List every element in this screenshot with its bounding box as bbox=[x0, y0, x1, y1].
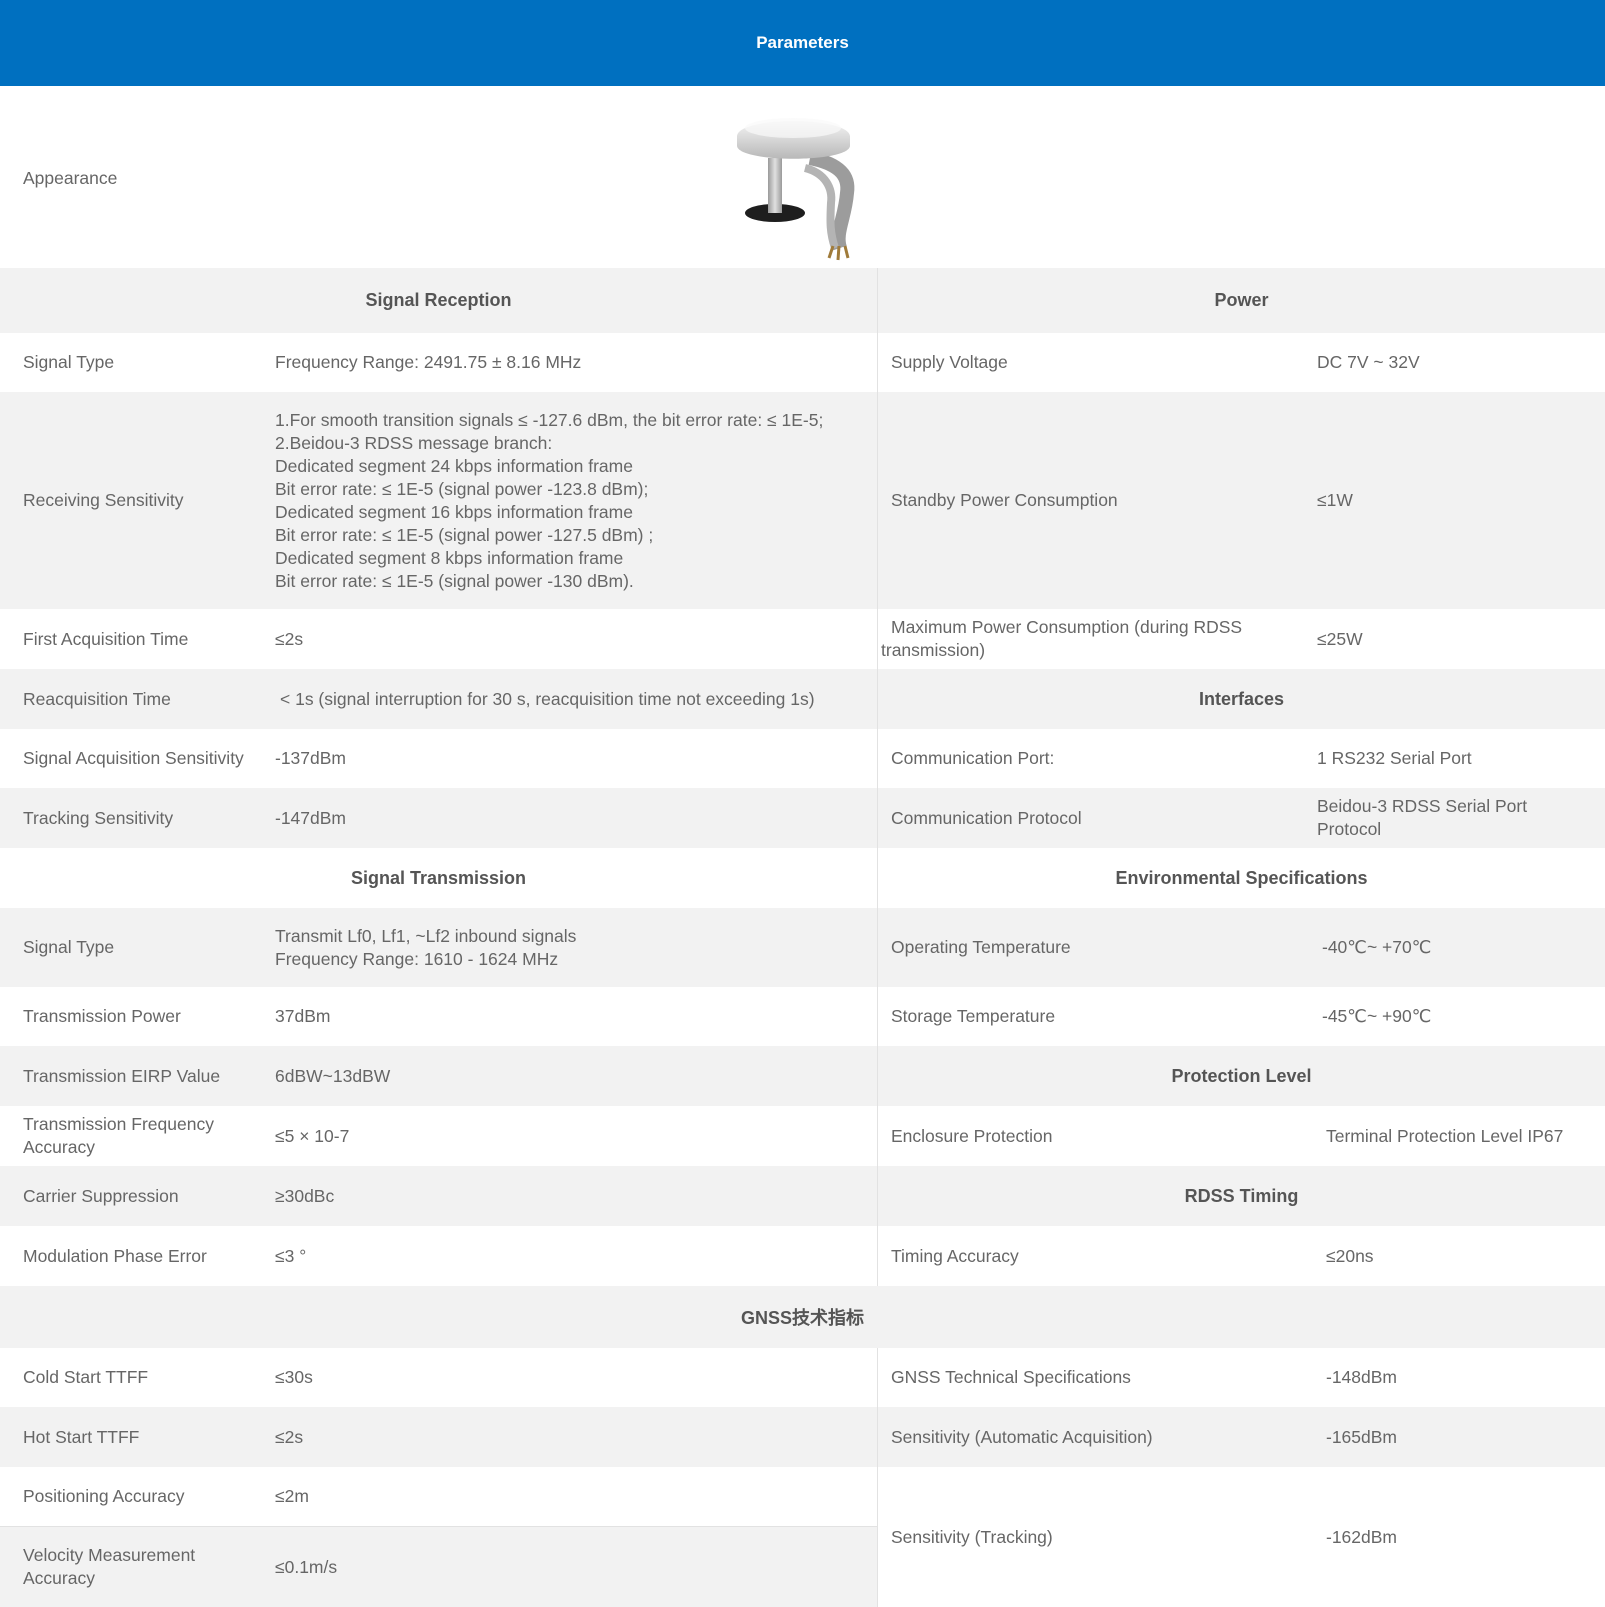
receiving-sensitivity-label: Receiving Sensitivity bbox=[23, 490, 184, 510]
section-protection-level: Protection Level bbox=[1171, 1065, 1312, 1086]
section-rdss-timing: RDSS Timing bbox=[1184, 1185, 1299, 1206]
timing-acc-value: ≤20ns bbox=[1326, 1245, 1374, 1266]
tx-freq-acc-label: Transmission Frequency Accuracy bbox=[23, 1106, 214, 1166]
sens-auto-label: Sensitivity (Automatic Acquisition) bbox=[891, 1426, 1153, 1447]
comm-protocol-label: Communication Protocol bbox=[891, 807, 1082, 828]
table-title: Parameters bbox=[756, 33, 849, 52]
tx-freq-acc-label-line: Transmission Frequency bbox=[23, 1114, 214, 1134]
carrier-supp-label: Carrier Suppression bbox=[23, 1185, 179, 1206]
receiving-sensitivity-line: Bit error rate: ≤ 1E-5 (signal power -12… bbox=[275, 478, 649, 499]
first-acquisition-label: First Acquisition Time bbox=[23, 628, 189, 649]
max-power-value: ≤25W bbox=[1317, 628, 1363, 649]
vel-acc-label-line: Velocity Measurement bbox=[23, 1545, 196, 1565]
comm-protocol-value-line: Beidou-3 RDSS Serial Port bbox=[1317, 796, 1528, 816]
comm-port-value: 1 RS232 Serial Port bbox=[1317, 748, 1472, 768]
receiving-sensitivity-line: Bit error rate: ≤ 1E-5 (signal power -13… bbox=[275, 570, 634, 591]
hot-start-value: ≤2s bbox=[275, 1426, 304, 1447]
reacquisition-label: Reacquisition Time bbox=[23, 688, 171, 709]
receiving-sensitivity-line: Dedicated segment 8 kbps information fra… bbox=[275, 547, 624, 568]
antenna-image bbox=[737, 118, 855, 261]
section-signal-transmission: Signal Transmission bbox=[350, 867, 527, 888]
max-power-label-line: Maximum Power Consumption (during RDSS bbox=[891, 617, 1243, 637]
tx-signal-type-line: Transmit Lf0, Lf1, ~Lf2 inbound signals bbox=[275, 925, 577, 946]
max-power-label: Maximum Power Consumption (during RDSS t… bbox=[881, 609, 1242, 669]
tx-freq-acc-label-line: Accuracy bbox=[23, 1137, 95, 1157]
timing-acc-label: Timing Accuracy bbox=[891, 1245, 1019, 1266]
tx-power-value: 37dBm bbox=[275, 1006, 331, 1026]
receiving-sensitivity-line: 2.Beidou-3 RDSS message branch: bbox=[275, 432, 553, 453]
storage-temp-value: -45℃~ +90℃ bbox=[1322, 1006, 1432, 1026]
receiving-sensitivity-line: Dedicated segment 24 kbps information fr… bbox=[275, 455, 633, 476]
tx-signal-type-label: Signal Type bbox=[23, 937, 115, 957]
enclosure-value: Terminal Protection Level IP67 bbox=[1326, 1125, 1564, 1146]
supply-voltage-value: DC 7V ~ 32V bbox=[1317, 352, 1420, 372]
section-gnss: GNSS技术指标 bbox=[740, 1308, 864, 1328]
op-temp-value: -40℃~ +70℃ bbox=[1322, 937, 1432, 957]
tx-signal-type-line: Frequency Range: 1610 - 1624 MHz bbox=[275, 948, 559, 969]
pos-acc-value: ≤2m bbox=[275, 1486, 309, 1506]
sens-track-value: -162dBm bbox=[1326, 1526, 1398, 1547]
tx-power-label: Transmission Power bbox=[23, 1006, 181, 1026]
gnss-tech-label: GNSS Technical Specifications bbox=[891, 1367, 1131, 1387]
mod-phase-err-value: ≤3 ° bbox=[275, 1245, 307, 1266]
vel-acc-value: ≤0.1m/s bbox=[275, 1556, 338, 1577]
sens-track-label: Sensitivity (Tracking) bbox=[891, 1526, 1053, 1547]
receiving-sensitivity-line: 1.For smooth transition signals ≤ -127.6… bbox=[275, 409, 824, 430]
pos-acc-label: Positioning Accuracy bbox=[23, 1486, 185, 1506]
supply-voltage-label: Supply Voltage bbox=[891, 352, 1008, 372]
cold-start-value: ≤30s bbox=[275, 1367, 313, 1387]
signal-type-value: Frequency Range: 2491.75 ± 8.16 MHz bbox=[275, 352, 582, 372]
mod-phase-err-label: Modulation Phase Error bbox=[23, 1245, 207, 1266]
first-acquisition-value: ≤2s bbox=[275, 628, 304, 649]
signal-acq-sens-value: -137dBm bbox=[275, 748, 347, 768]
hot-start-label: Hot Start TTFF bbox=[23, 1426, 140, 1447]
receiving-sensitivity-value: 1.For smooth transition signals ≤ -127.6… bbox=[275, 392, 875, 609]
enclosure-label: Enclosure Protection bbox=[891, 1125, 1053, 1146]
tx-eirp-value: 6dBW~13dBW bbox=[275, 1065, 391, 1086]
section-signal-reception: Signal Reception bbox=[365, 290, 512, 310]
standby-power-label: Standby Power Consumption bbox=[891, 490, 1118, 510]
max-power-label-line: transmission) bbox=[881, 640, 986, 660]
receiving-sensitivity-line: Bit error rate: ≤ 1E-5 (signal power -12… bbox=[275, 524, 654, 545]
signal-type-label: Signal Type bbox=[23, 352, 115, 372]
comm-protocol-value-line: Protocol bbox=[1317, 819, 1382, 839]
tracking-sens-value: -147dBm bbox=[275, 807, 347, 828]
vel-acc-label-line: Accuracy bbox=[23, 1568, 95, 1588]
reacquisition-value: < 1s (signal interruption for 30 s, reac… bbox=[280, 688, 815, 709]
section-environmental: Environmental Specifications bbox=[1115, 867, 1368, 888]
receiving-sensitivity-line: Dedicated segment 16 kbps information fr… bbox=[275, 501, 633, 522]
op-temp-label: Operating Temperature bbox=[891, 937, 1071, 957]
appearance-label: Appearance bbox=[23, 167, 118, 188]
tracking-sens-label: Tracking Sensitivity bbox=[23, 807, 174, 828]
signal-acq-sens-label: Signal Acquisition Sensitivity bbox=[23, 748, 244, 768]
carrier-supp-value: ≥30dBc bbox=[275, 1185, 335, 1206]
comm-protocol-value: Beidou-3 RDSS Serial Port Protocol bbox=[1317, 788, 1527, 848]
column-divider bbox=[877, 268, 878, 1607]
gnss-tech-value: -148dBm bbox=[1326, 1367, 1398, 1387]
vel-acc-label: Velocity Measurement Accuracy bbox=[23, 1527, 195, 1607]
section-power: Power bbox=[1214, 290, 1269, 310]
storage-temp-label: Storage Temperature bbox=[891, 1006, 1056, 1026]
parameters-table: Parameters Appearance Signal Reception P… bbox=[0, 0, 1605, 1607]
tx-signal-type-value: Transmit Lf0, Lf1, ~Lf2 inbound signals … bbox=[275, 908, 576, 987]
tx-eirp-label: Transmission EIRP Value bbox=[23, 1065, 221, 1086]
tx-freq-acc-value: ≤5 × 10-7 bbox=[275, 1125, 350, 1146]
sens-auto-value: -165dBm bbox=[1326, 1426, 1398, 1447]
cold-start-label: Cold Start TTFF bbox=[23, 1367, 149, 1387]
standby-power-value: ≤1W bbox=[1317, 490, 1353, 510]
section-interfaces: Interfaces bbox=[1198, 688, 1285, 709]
comm-port-label: Communication Port: bbox=[891, 748, 1055, 768]
